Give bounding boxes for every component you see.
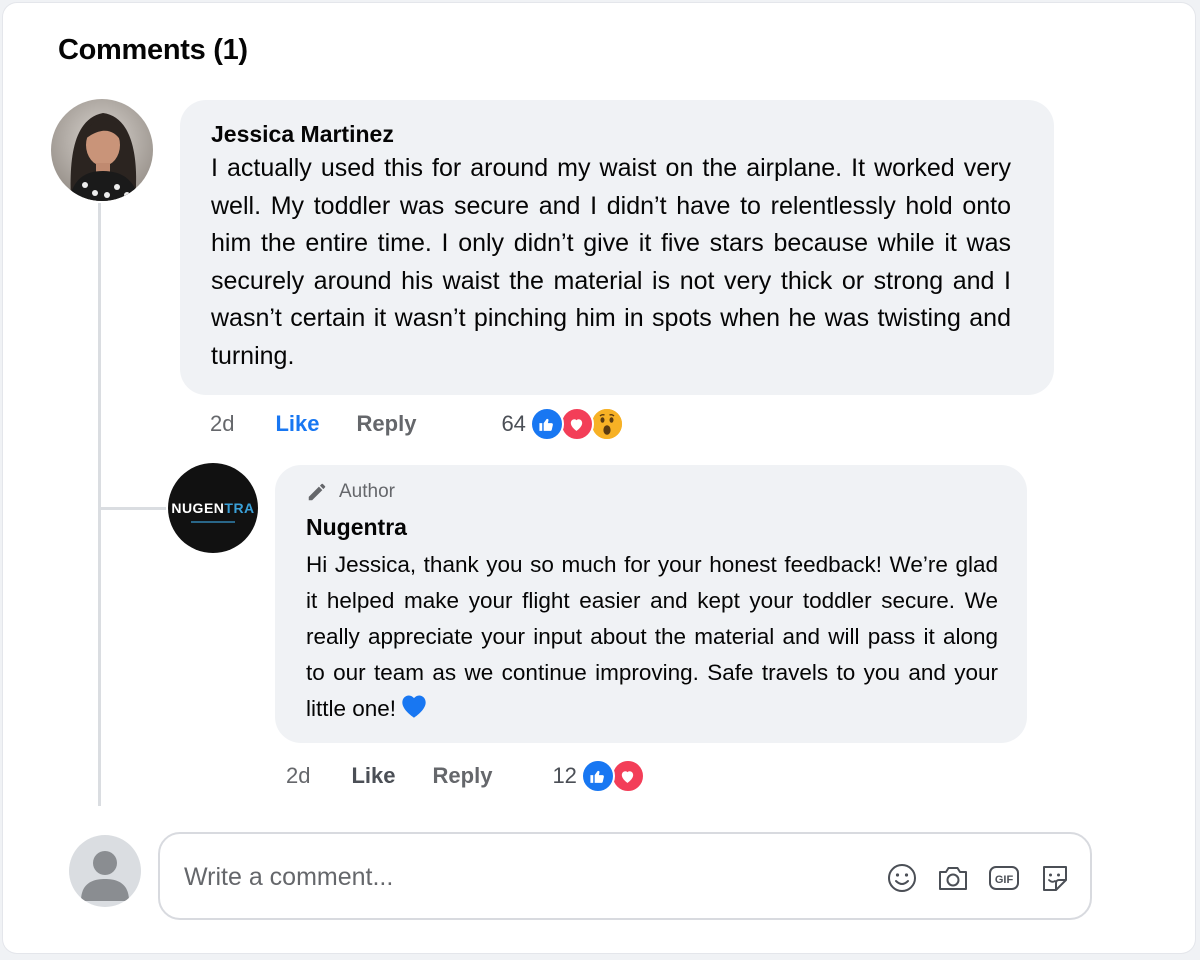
composer-toolbar: GIF bbox=[868, 861, 1072, 895]
like-button[interactable]: Like bbox=[275, 411, 319, 437]
love-icon bbox=[559, 407, 594, 441]
reply-button[interactable]: Reply bbox=[357, 411, 417, 437]
brand-avatar[interactable]: NUGENTRA bbox=[168, 463, 258, 553]
reply-reaction-count[interactable]: 12 bbox=[552, 763, 576, 789]
reply-bubble: Author Nugentra Hi Jessica, thank you so… bbox=[275, 465, 1027, 743]
comment-text: I actually used this for around my waist… bbox=[211, 154, 1011, 370]
author-badge-label: Author bbox=[339, 481, 395, 502]
reply-text: Hi Jessica, thank you so much for your h… bbox=[306, 547, 998, 730]
comment-bubble: Jessica Martinez I actually used this fo… bbox=[180, 100, 1054, 395]
avatar[interactable] bbox=[51, 99, 153, 201]
comment-timestamp[interactable]: 2d bbox=[210, 411, 234, 437]
blue-heart-icon bbox=[400, 693, 428, 730]
svg-text:GIF: GIF bbox=[995, 874, 1014, 886]
like-icon bbox=[529, 407, 564, 441]
current-user-avatar[interactable] bbox=[69, 835, 141, 907]
reply-reaction-summary[interactable] bbox=[580, 759, 645, 793]
comment-input[interactable] bbox=[182, 856, 866, 898]
brand-logo: NUGENTRA bbox=[171, 500, 255, 516]
thread-line bbox=[98, 203, 101, 806]
sticker-icon[interactable] bbox=[1038, 861, 1072, 895]
comment-author-name[interactable]: Jessica Martinez bbox=[211, 121, 394, 148]
comment-composer: GIF bbox=[158, 832, 1092, 920]
reply-timestamp[interactable]: 2d bbox=[286, 763, 310, 789]
reply-reply-button[interactable]: Reply bbox=[433, 763, 493, 789]
comments-panel: Comments (1) Jessica Martinez I actually… bbox=[3, 3, 1195, 953]
comment-actions: 2d Like Reply 64 bbox=[210, 407, 624, 441]
emoji-icon[interactable] bbox=[885, 861, 919, 895]
reply-branch-line bbox=[100, 507, 166, 510]
gif-icon[interactable]: GIF bbox=[987, 861, 1021, 895]
wow-icon bbox=[589, 407, 624, 441]
camera-icon[interactable] bbox=[936, 861, 970, 895]
like-icon bbox=[580, 759, 615, 793]
comments-title: Comments (1) bbox=[58, 34, 248, 66]
reply-like-button[interactable]: Like bbox=[351, 763, 395, 789]
love-icon bbox=[610, 759, 645, 793]
reply-author-name[interactable]: Nugentra bbox=[306, 514, 407, 541]
reaction-count[interactable]: 64 bbox=[501, 411, 525, 437]
pencil-icon bbox=[308, 483, 326, 501]
reply-actions: 2d Like Reply 12 bbox=[286, 759, 645, 793]
author-badge: Author bbox=[306, 481, 395, 503]
reaction-summary[interactable] bbox=[529, 407, 624, 441]
